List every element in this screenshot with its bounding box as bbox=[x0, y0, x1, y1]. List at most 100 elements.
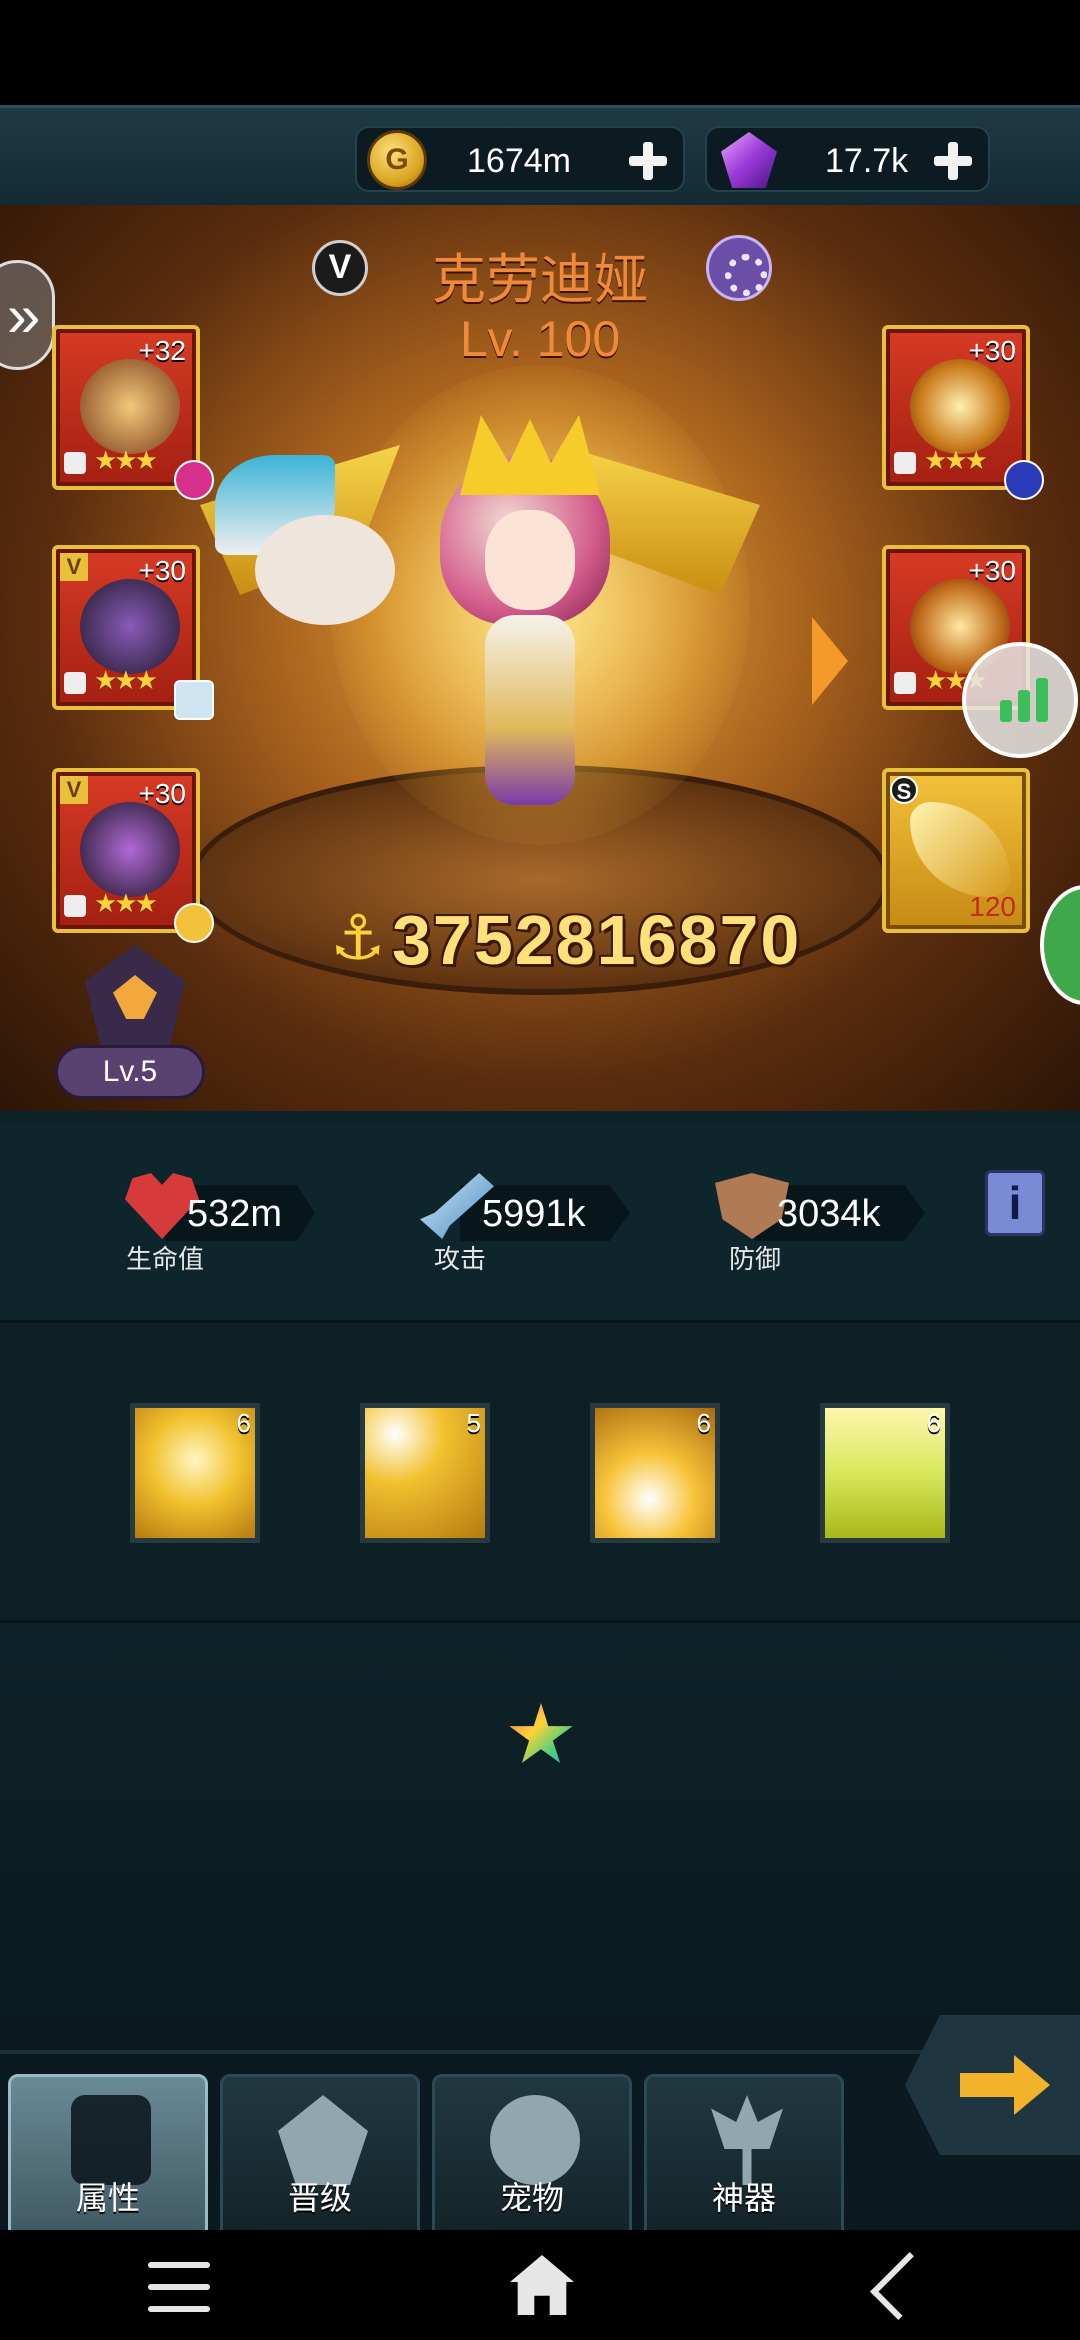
gear-icon[interactable] bbox=[706, 235, 772, 301]
power-anchor-icon: ⚓ bbox=[330, 904, 386, 973]
gem-amount: 17.7k bbox=[825, 142, 909, 180]
tab-artifact[interactable]: 神器 bbox=[644, 2074, 844, 2234]
status-bar bbox=[0, 0, 1080, 105]
home-icon[interactable] bbox=[510, 2255, 574, 2315]
gold-coin-icon: G bbox=[367, 130, 427, 190]
hero-crown bbox=[460, 415, 600, 495]
tab-pet[interactable]: 宠物 bbox=[432, 2074, 632, 2234]
trident-icon bbox=[711, 2095, 783, 2185]
equipment-slot-weapon[interactable]: +32 ★★★ bbox=[52, 325, 214, 500]
hero-name: 克劳迪娅 bbox=[432, 250, 648, 310]
blue-gem-socket-icon bbox=[1004, 460, 1044, 500]
equipment-slot-accessory[interactable]: +30 ★★★ bbox=[882, 325, 1044, 500]
bar-chart-icon-bar bbox=[1018, 690, 1030, 722]
tab-label: 属性 bbox=[75, 2180, 140, 2216]
skill-level: 6 bbox=[236, 1408, 251, 1438]
pet-body bbox=[255, 515, 395, 625]
hero-character[interactable] bbox=[400, 415, 660, 815]
enhance-level: +30 bbox=[138, 555, 187, 586]
stats-chart-float-button[interactable] bbox=[962, 642, 1078, 758]
stat-attack: 5991k 攻击 bbox=[410, 1173, 670, 1274]
system-nav-bar bbox=[0, 2230, 1080, 2340]
lock-icon bbox=[894, 452, 916, 474]
currency-bar: G 1674m 17.7k bbox=[0, 105, 1080, 205]
attack-label: 攻击 bbox=[433, 1244, 486, 1274]
gold-counter: G 1674m bbox=[355, 126, 685, 192]
add-gems-button[interactable] bbox=[934, 142, 972, 180]
golden-wing-item-icon bbox=[910, 802, 1010, 897]
combat-power: ⚓ 3752816870 bbox=[330, 900, 799, 980]
tab-promote[interactable]: 晋级 bbox=[220, 2074, 420, 2234]
diamond-socket-icon bbox=[174, 680, 214, 720]
equipment-slot-wings[interactable]: S 120 bbox=[882, 768, 1030, 933]
chat-float-button[interactable] bbox=[1040, 885, 1080, 1005]
tab-label: 宠物 bbox=[499, 2180, 564, 2216]
stat-defense: 3034k 防御 bbox=[705, 1173, 965, 1274]
menu-line bbox=[148, 2262, 210, 2268]
more-tabs-arrow-button[interactable] bbox=[905, 2015, 1080, 2155]
lock-icon bbox=[64, 672, 86, 694]
skills-panel: 6 5 6 6 bbox=[0, 1320, 1080, 1620]
purple-gem-icon bbox=[721, 132, 777, 188]
lock-icon bbox=[64, 452, 86, 474]
combat-power-value: 3752816870 bbox=[392, 901, 802, 979]
skill-slot-4[interactable]: 6 bbox=[820, 1403, 950, 1543]
vip-corner-badge: V bbox=[60, 553, 88, 581]
attack-value: 5991k bbox=[482, 1193, 586, 1235]
gem-counter: 17.7k bbox=[705, 126, 990, 192]
equipment-slot-helmet[interactable]: V +30 ★★★ bbox=[52, 545, 214, 720]
flower-item-icon bbox=[910, 359, 1010, 454]
hero-face bbox=[485, 510, 575, 610]
s-grade-badge: S bbox=[890, 776, 918, 804]
fist-icon bbox=[71, 2095, 151, 2185]
defense-value: 3034k bbox=[777, 1193, 881, 1235]
skill-slot-1[interactable]: 6 bbox=[130, 1403, 260, 1543]
back-icon[interactable] bbox=[870, 2252, 938, 2320]
enhance-level: +30 bbox=[968, 555, 1017, 586]
enhance-level: +32 bbox=[138, 335, 187, 366]
dark-helmet-item-icon bbox=[80, 579, 180, 674]
enhance-level: +30 bbox=[968, 335, 1017, 366]
vip-badge-icon[interactable]: V bbox=[312, 240, 368, 296]
bar-chart-icon bbox=[1000, 700, 1012, 722]
hero-body bbox=[485, 615, 575, 805]
pet-level: Lv.5 bbox=[55, 1045, 205, 1099]
hero-stats-panel: 532m 生命值 5991k 攻击 3034k 防御 i bbox=[0, 1125, 1080, 1320]
lock-icon bbox=[894, 672, 916, 694]
lock-icon bbox=[64, 895, 86, 917]
star-rating: ★★★ bbox=[94, 445, 158, 475]
item-count: 120 bbox=[969, 891, 1016, 922]
paw-icon bbox=[490, 2095, 580, 2185]
stat-hp: 532m 生命值 bbox=[115, 1173, 375, 1274]
defense-label: 防御 bbox=[728, 1244, 781, 1274]
gold-gem-socket-icon bbox=[174, 903, 214, 943]
skill-slot-2[interactable]: 5 bbox=[360, 1403, 490, 1543]
tab-attributes[interactable]: 属性 bbox=[8, 2074, 208, 2234]
rainbow-star-icon[interactable] bbox=[509, 1703, 573, 1764]
pet-level-badge[interactable]: Lv.5 bbox=[55, 945, 205, 1105]
star-rating: ★★★ bbox=[94, 665, 158, 695]
menu-line bbox=[148, 2284, 210, 2290]
hp-value: 532m bbox=[187, 1193, 283, 1235]
next-hero-arrow[interactable] bbox=[812, 617, 848, 705]
skill-level: 6 bbox=[926, 1408, 941, 1438]
star-rating: ★★★ bbox=[924, 445, 988, 475]
equipment-slot-armor[interactable]: V +30 ★★★ bbox=[52, 768, 214, 943]
vip-corner-badge: V bbox=[60, 776, 88, 804]
add-gold-button[interactable] bbox=[629, 142, 667, 180]
menu-icon[interactable] bbox=[148, 2262, 210, 2312]
expand-side-menu-button[interactable] bbox=[0, 260, 55, 370]
bow-item-icon bbox=[80, 359, 180, 454]
enhance-level: +30 bbox=[138, 778, 187, 809]
hero-stage: V 克劳迪娅 Lv. 100 +32 ★★★ V +30 ★★★ V +30 ★… bbox=[0, 205, 1080, 1125]
menu-line bbox=[148, 2306, 210, 2312]
pink-gem-socket-icon bbox=[174, 460, 214, 500]
tab-label: 晋级 bbox=[287, 2180, 352, 2216]
skill-level: 5 bbox=[466, 1408, 481, 1438]
dark-armor-item-icon bbox=[80, 802, 180, 897]
info-button[interactable]: i bbox=[985, 1170, 1045, 1236]
promote-icon bbox=[278, 2095, 368, 2185]
talent-panel bbox=[0, 1620, 1080, 2050]
hero-level: Lv. 100 bbox=[459, 311, 621, 367]
skill-slot-3[interactable]: 6 bbox=[590, 1403, 720, 1543]
